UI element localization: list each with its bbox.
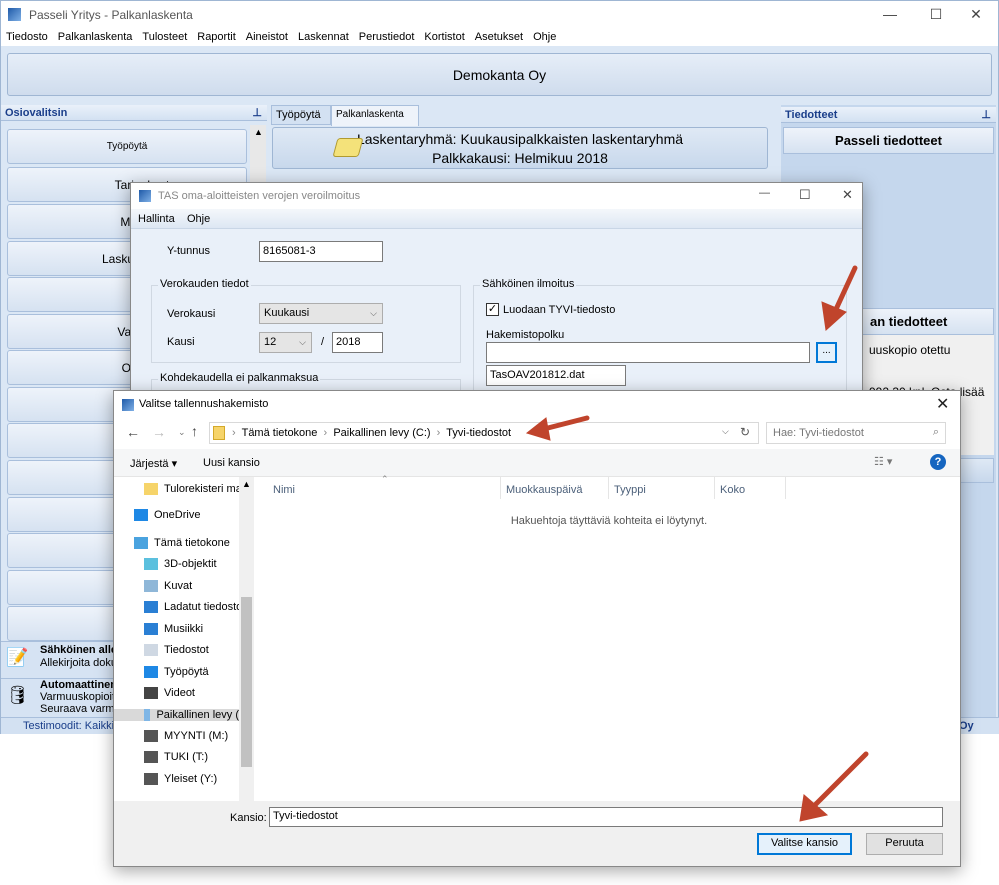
arrow-to-select	[809, 751, 869, 811]
arrow-head	[821, 301, 847, 331]
arrow-head	[525, 417, 551, 441]
annotation-arrows	[525, 265, 869, 822]
